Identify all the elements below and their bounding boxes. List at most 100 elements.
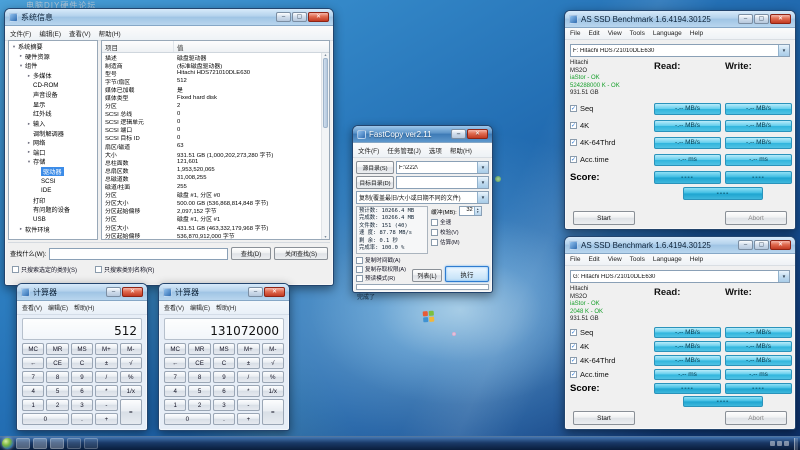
calculator-key[interactable]: % xyxy=(261,371,284,383)
menu-item[interactable]: Help xyxy=(690,256,703,263)
menu-item[interactable]: Tools xyxy=(630,256,645,263)
buffer-spinner[interactable]: 32 ▲ ▼ xyxy=(458,206,482,216)
scroll-down-icon[interactable]: ▼ xyxy=(324,235,327,239)
table-row[interactable]: 分区起始偏移 536,870,912,000 字节 xyxy=(102,231,321,239)
minimize-button[interactable]: – xyxy=(738,14,753,24)
start-button[interactable]: Start xyxy=(573,211,635,225)
tree-item[interactable]: ▾ 系统摘要 xyxy=(9,42,97,52)
calculator-key[interactable]: 4 xyxy=(164,385,187,397)
drive-combo[interactable]: F: Hitachi HDS721010DLE630 ▼ xyxy=(570,44,790,57)
menu-item[interactable]: File xyxy=(570,30,580,37)
menu-item[interactable]: 选项 xyxy=(429,145,442,155)
calculator-key[interactable]: 1/x xyxy=(261,385,284,397)
calculator-key[interactable]: + xyxy=(95,413,118,425)
test-checkbox[interactable] xyxy=(570,370,577,378)
tree-item[interactable]: 显示 xyxy=(9,100,97,110)
dest-path-combo[interactable]: ▼ xyxy=(396,176,489,189)
tree-item[interactable]: ▸ 端口 xyxy=(9,148,97,158)
menu-item[interactable]: File xyxy=(570,256,580,263)
system-tray[interactable] xyxy=(768,441,791,446)
as-ssd-titlebar[interactable]: AS SSD Benchmark 1.6.4194.30125 – ▢ ✕ xyxy=(565,11,795,28)
start-button[interactable] xyxy=(2,438,13,449)
close-find-button[interactable]: 关闭查找(S) xyxy=(274,247,328,260)
fastcopy-titlebar[interactable]: FastCopy ver2.11 – ✕ xyxy=(353,126,492,143)
spinner-arrows-icon[interactable]: ▲ ▼ xyxy=(473,207,481,215)
tree-item[interactable]: ▸ 多媒体 xyxy=(9,71,97,81)
calculator-key[interactable]: . xyxy=(70,413,94,425)
calculator-key[interactable]: ← xyxy=(164,357,187,369)
menu-item[interactable]: Tools xyxy=(630,30,645,37)
minimize-button[interactable]: – xyxy=(276,12,291,22)
calculator-key[interactable]: - xyxy=(237,399,260,411)
copy-option-checkbox[interactable]: 预读模式(R) xyxy=(356,274,409,282)
calculator-key[interactable]: MS xyxy=(70,343,94,355)
maximize-button[interactable]: ▢ xyxy=(754,240,769,250)
menu-item[interactable]: View xyxy=(608,256,622,263)
test-checkbox[interactable] xyxy=(570,328,577,336)
calculator-key[interactable]: M- xyxy=(119,343,142,355)
tree-expand-icon[interactable]: ▸ xyxy=(26,121,32,127)
calculator-key[interactable]: C xyxy=(212,357,236,369)
calculator-key[interactable]: 9 xyxy=(70,371,94,383)
menu-item[interactable]: 编辑(E) xyxy=(48,303,68,312)
calculator-key[interactable]: 4 xyxy=(22,385,45,397)
show-desktop-button[interactable] xyxy=(794,437,798,450)
tree-item[interactable]: USB xyxy=(9,215,97,225)
dropdown-arrow-icon[interactable]: ▼ xyxy=(778,271,789,282)
menu-item[interactable]: Edit xyxy=(588,256,599,263)
tree-expand-icon[interactable]: ▸ xyxy=(26,149,32,155)
option-checkbox[interactable]: 全速 xyxy=(431,218,489,226)
source-path-combo[interactable]: F:\222\ ▼ xyxy=(396,161,489,174)
column-header-value[interactable]: 值 xyxy=(174,41,329,52)
calculator-key[interactable]: M+ xyxy=(237,343,260,355)
test-checkbox[interactable] xyxy=(570,105,577,113)
calculator-key[interactable]: MR xyxy=(46,343,69,355)
menu-item[interactable]: 编辑(E) xyxy=(39,28,61,38)
menu-item[interactable]: 帮助(H) xyxy=(450,145,472,155)
tree-expand-icon[interactable]: ▸ xyxy=(18,226,24,232)
calculator-key[interactable]: + xyxy=(237,413,260,425)
calculator-key[interactable]: * xyxy=(95,385,118,397)
option-checkbox[interactable]: 估算(M) xyxy=(431,238,489,246)
menu-item[interactable]: 查看(V) xyxy=(69,28,91,38)
menu-item[interactable]: Help xyxy=(690,30,703,37)
calculator-key[interactable]: = xyxy=(261,399,284,425)
menu-item[interactable]: 帮助(H) xyxy=(74,303,94,312)
calculator-key[interactable]: 1 xyxy=(164,399,187,411)
tree-expand-icon[interactable]: ▾ xyxy=(11,44,17,50)
execute-button[interactable]: 执行 xyxy=(445,266,489,282)
tree-item[interactable]: 声音设备 xyxy=(9,90,97,100)
calculator-key[interactable]: - xyxy=(95,399,118,411)
close-button[interactable]: ✕ xyxy=(308,12,329,22)
source-dir-button[interactable]: 源目录(S) xyxy=(356,161,394,174)
tree-item[interactable]: SCSI xyxy=(9,176,97,186)
tree-expand-icon[interactable]: ▸ xyxy=(26,73,32,79)
tree-item[interactable]: 调制解调器 xyxy=(9,128,97,138)
calculator-key[interactable]: / xyxy=(95,371,118,383)
column-header-item[interactable]: 项目 xyxy=(102,41,174,52)
close-button[interactable]: ✕ xyxy=(122,287,143,297)
copy-option-checkbox[interactable]: 复制存取权限(A) xyxy=(356,265,409,273)
tree-item[interactable]: ▸ 输入 xyxy=(9,119,97,129)
tree-item[interactable]: IDE xyxy=(9,186,97,196)
calculator-key[interactable]: ± xyxy=(237,357,260,369)
tree-item[interactable]: 红外线 xyxy=(9,109,97,119)
minimize-button[interactable]: – xyxy=(248,287,263,297)
menu-item[interactable]: Edit xyxy=(588,30,599,37)
calculator-key[interactable]: 5 xyxy=(46,385,69,397)
dropdown-arrow-icon[interactable]: ▼ xyxy=(477,162,488,173)
tree-item[interactable]: 驱动器 xyxy=(9,167,97,177)
tree-item[interactable]: ▸ 软件环境 xyxy=(9,224,97,234)
calculator-key[interactable]: 3 xyxy=(70,399,94,411)
maximize-button[interactable]: ▢ xyxy=(292,12,307,22)
calculator-key[interactable]: 7 xyxy=(22,371,45,383)
as-ssd-titlebar[interactable]: AS SSD Benchmark 1.6.4194.30125 – ▢ ✕ xyxy=(565,237,795,254)
menu-item[interactable]: 文件(F) xyxy=(358,145,379,155)
tree-item[interactable]: ▸ 硬件资源 xyxy=(9,52,97,62)
calculator-key[interactable]: CE xyxy=(188,357,211,369)
calculator-titlebar[interactable]: 计算器 – ✕ xyxy=(159,284,289,301)
calculator-key[interactable]: ± xyxy=(95,357,118,369)
calculator-key[interactable]: 1/x xyxy=(119,385,142,397)
menu-item[interactable]: 文件(F) xyxy=(10,28,31,38)
maximize-button[interactable]: ▢ xyxy=(754,14,769,24)
